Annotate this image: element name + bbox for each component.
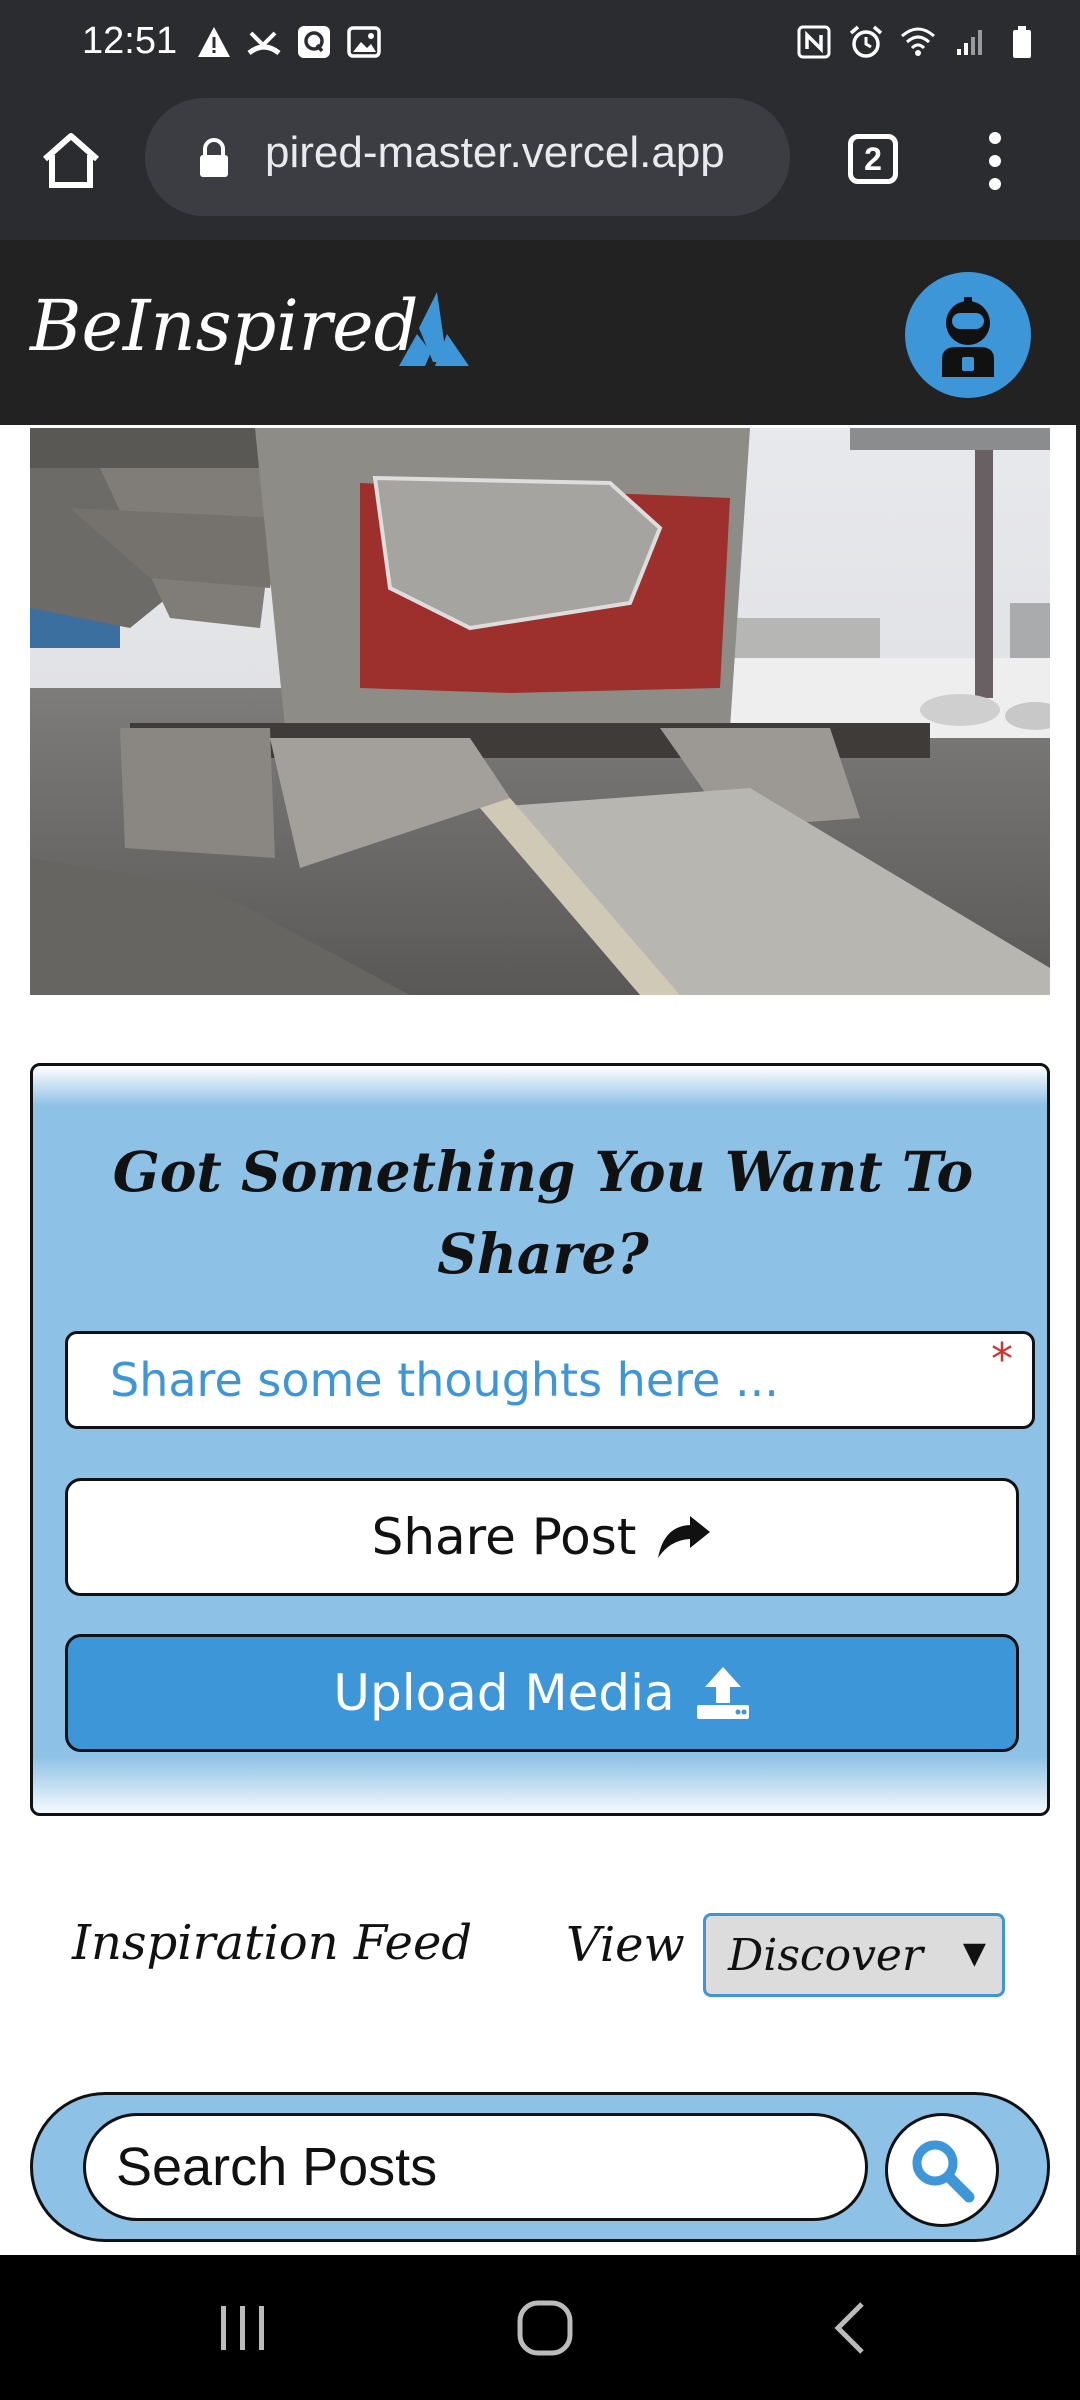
search-bar — [30, 2092, 1050, 2242]
upload-media-label: Upload Media — [333, 1664, 675, 1722]
post-image — [30, 428, 1050, 995]
search-button[interactable] — [885, 2113, 999, 2227]
home-button[interactable] — [36, 126, 106, 196]
inspiration-feed-heading: Inspiration Feed — [72, 1915, 473, 1971]
app-q-icon — [296, 24, 332, 60]
share-post-button[interactable]: Share Post — [65, 1478, 1019, 1596]
status-time: 12:51 — [82, 20, 178, 62]
browser-menu-button[interactable] — [975, 126, 1015, 196]
browser-toolbar: pired-master.vercel.app 2 — [0, 90, 1080, 240]
astronaut-avatar-icon — [942, 297, 994, 377]
status-notification-icons — [196, 24, 382, 60]
brand-name[interactable]: BeInspired — [30, 285, 418, 367]
share-arrow-icon — [658, 1516, 711, 1558]
system-navigation-bar — [0, 2255, 1080, 2400]
view-label: View — [566, 1917, 685, 1973]
menu-dot — [989, 155, 1001, 167]
status-system-icons — [796, 24, 1040, 60]
recent-apps-icon — [221, 2306, 264, 2350]
url-text: pired-master.vercel.app — [265, 128, 725, 177]
tab-switcher-button[interactable]: 2 — [848, 134, 898, 184]
search-icon — [912, 2140, 975, 2203]
page-edge-line — [1076, 425, 1080, 2255]
gallery-icon — [346, 24, 382, 60]
home-circle-icon — [517, 2300, 573, 2356]
dropdown-arrow-icon: ▼ — [962, 1936, 986, 1971]
profile-avatar-button[interactable] — [905, 272, 1031, 398]
required-indicator: * — [991, 1334, 1013, 1385]
view-select-value: Discover — [728, 1929, 923, 1981]
nfc-icon — [796, 24, 832, 60]
search-input[interactable] — [83, 2113, 868, 2221]
home-icon — [43, 133, 99, 188]
menu-dot — [989, 132, 1001, 144]
recent-apps-button[interactable] — [203, 2293, 283, 2363]
share-post-card: Got Something You Want To Share? * Share… — [30, 1063, 1050, 1816]
view-select[interactable]: Discover ▼ — [703, 1913, 1005, 1997]
brand-logo-icon — [395, 290, 475, 374]
upload-icon — [696, 1667, 749, 1719]
alarm-icon — [848, 24, 884, 60]
signal-icon — [952, 24, 988, 60]
back-button[interactable] — [810, 2293, 890, 2363]
lock-icon — [197, 138, 231, 182]
thoughts-input[interactable] — [65, 1331, 1035, 1429]
status-bar: 12:51 — [0, 0, 1080, 90]
upload-media-button[interactable]: Upload Media — [65, 1634, 1019, 1752]
share-post-label: Share Post — [371, 1508, 637, 1566]
share-card-title: Got Something You Want To Share? — [112, 1139, 974, 1286]
back-icon — [834, 2302, 864, 2354]
wifi-icon — [900, 24, 936, 60]
app-header: BeInspired — [0, 240, 1080, 425]
menu-dot — [989, 178, 1001, 190]
battery-icon — [1004, 24, 1040, 60]
missed-call-icon — [246, 24, 282, 60]
warning-icon — [196, 24, 232, 60]
address-bar[interactable]: pired-master.vercel.app — [145, 98, 790, 216]
home-nav-button[interactable] — [505, 2293, 585, 2363]
